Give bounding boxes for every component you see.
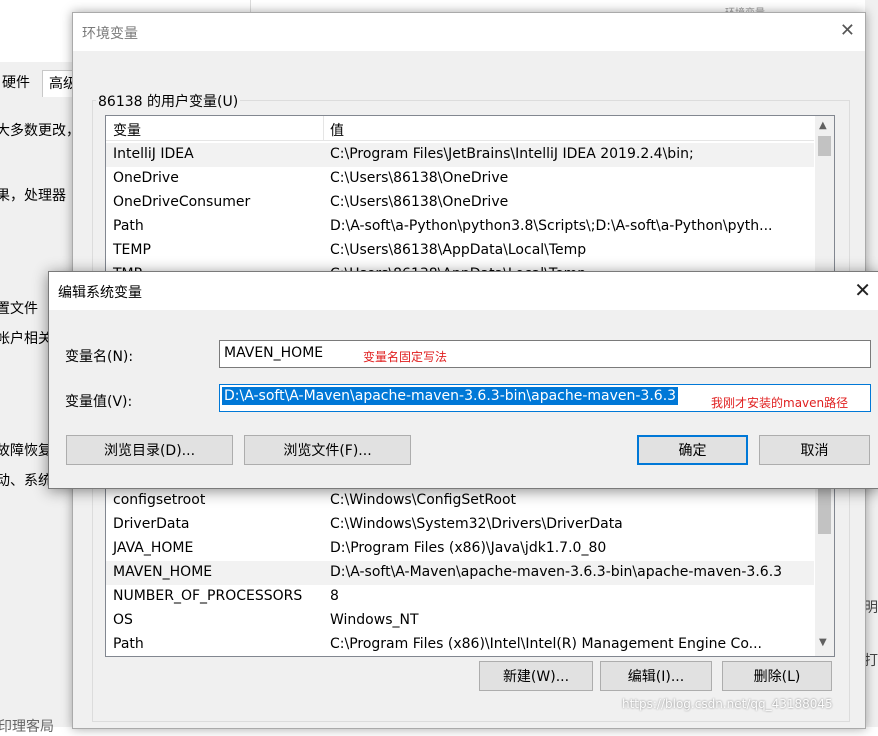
variable-value: D:\A-soft\A-Maven\apache-maven-3.6.3-bin… bbox=[330, 564, 783, 580]
variable-name-field[interactable]: MAVEN_HOME bbox=[219, 340, 871, 368]
variable-name: OS bbox=[113, 612, 133, 628]
env-titlebar: 环境变量 ✕ bbox=[73, 13, 865, 51]
close-icon[interactable]: ✕ bbox=[840, 20, 855, 41]
table-row[interactable]: OS Windows_NT bbox=[106, 609, 814, 633]
bg-right-text: 明 bbox=[864, 600, 878, 616]
bg-text-line: 果，处理器 bbox=[0, 188, 66, 204]
variable-name: DriverData bbox=[113, 516, 190, 532]
variable-name: MAVEN_HOME bbox=[113, 564, 213, 580]
edit-dialog-title: 编辑系统变量 bbox=[58, 285, 142, 301]
variable-value: C:\Windows\ConfigSetRoot bbox=[330, 492, 517, 508]
browse-directory-button[interactable]: 浏览目录(D)... bbox=[66, 435, 233, 465]
watermark: https://blog.csdn.net/qq_43188045 bbox=[622, 697, 833, 711]
scrollbar-thumb[interactable] bbox=[818, 136, 831, 156]
variable-name: OneDriveConsumer bbox=[113, 194, 251, 210]
variable-value: D:\Program Files (x86)\Java\jdk1.7.0_80 bbox=[330, 540, 607, 556]
variable-name: configsetroot bbox=[113, 492, 206, 508]
bg-text-line: 帐户相关 bbox=[0, 331, 52, 347]
column-divider[interactable] bbox=[323, 116, 324, 140]
column-header-value[interactable]: 值 bbox=[330, 120, 344, 140]
bg-text-line: 动、系统 bbox=[0, 473, 52, 489]
variable-name: JAVA_HOME bbox=[113, 540, 194, 556]
bg-text-line: 大多数更改， bbox=[0, 123, 80, 139]
variable-value: C:\Windows\System32\Drivers\DriverData bbox=[330, 516, 623, 532]
variable-value-annotation: 我刚才安装的maven路径 bbox=[711, 396, 849, 410]
variable-name-label: 变量名(N): bbox=[65, 349, 134, 365]
table-row[interactable]: configsetroot C:\Windows\ConfigSetRoot bbox=[106, 489, 814, 513]
variable-value-label: 变量值(V): bbox=[65, 394, 133, 410]
table-row[interactable]: MAVEN_HOME D:\A-soft\A-Maven\apache-mave… bbox=[106, 561, 814, 585]
variable-name-annotation: 变量名固定写法 bbox=[363, 350, 448, 364]
scrollbar-thumb[interactable] bbox=[818, 488, 831, 534]
cancel-button[interactable]: 取消 bbox=[759, 435, 870, 465]
variable-value: C:\Users\86138\OneDrive bbox=[330, 194, 509, 210]
variable-value: 8 bbox=[330, 588, 339, 604]
table-row[interactable]: TEMP C:\Users\86138\AppData\Local\Temp bbox=[106, 239, 814, 263]
bg-right-text: 打 bbox=[864, 653, 878, 669]
table-row[interactable]: Path D:\A-soft\a-Python\python3.8\Script… bbox=[106, 215, 814, 239]
variable-name: TEMP bbox=[113, 242, 151, 258]
new-variable-button[interactable]: 新建(W)... bbox=[479, 661, 593, 691]
bg-text-line: 置文件 bbox=[0, 301, 38, 317]
bg-text-line: 印理客局 bbox=[0, 719, 54, 735]
variable-value-text: D:\A-soft\A-Maven\apache-maven-3.6.3-bin… bbox=[222, 387, 679, 405]
table-row[interactable]: IntelliJ IDEA C:\Program Files\JetBrains… bbox=[106, 143, 814, 167]
variable-name: NUMBER_OF_PROCESSORS bbox=[113, 588, 303, 604]
env-window-title: 环境变量 bbox=[82, 26, 138, 42]
close-icon[interactable]: ✕ bbox=[854, 278, 871, 302]
browse-file-button[interactable]: 浏览文件(F)... bbox=[244, 435, 411, 465]
bg-text-line: 故障恢复 bbox=[0, 443, 52, 459]
ok-button[interactable]: 确定 bbox=[637, 435, 748, 465]
variable-name-text: MAVEN_HOME bbox=[224, 345, 324, 361]
tab-hardware[interactable]: 硬件 bbox=[0, 70, 36, 96]
table-row[interactable]: OneDriveConsumer C:\Users\86138\OneDrive bbox=[106, 191, 814, 215]
variable-name: IntelliJ IDEA bbox=[113, 146, 194, 162]
table-row[interactable]: DriverData C:\Windows\System32\Drivers\D… bbox=[106, 513, 814, 537]
edit-system-variable-dialog: 编辑系统变量 ✕ 变量名(N): MAVEN_HOME 变量名固定写法 变量值(… bbox=[48, 271, 878, 489]
variable-name: OneDrive bbox=[113, 170, 179, 186]
variable-name: Path bbox=[113, 218, 144, 234]
variable-value: C:\Users\86138\OneDrive bbox=[330, 170, 509, 186]
chevron-down-icon[interactable]: ▼ bbox=[819, 637, 827, 648]
table-row[interactable]: OneDrive C:\Users\86138\OneDrive bbox=[106, 167, 814, 191]
column-header-variable[interactable]: 变量 bbox=[113, 120, 141, 140]
list-header: 变量 值 bbox=[106, 116, 814, 141]
variable-value: Windows_NT bbox=[330, 612, 419, 628]
variable-value: C:\Program Files\JetBrains\IntelliJ IDEA… bbox=[330, 146, 694, 162]
table-row[interactable]: NUMBER_OF_PROCESSORS 8 bbox=[106, 585, 814, 609]
user-variables-label: 86138 的用户变量(U) bbox=[96, 91, 241, 111]
table-row[interactable]: JAVA_HOME D:\Program Files (x86)\Java\jd… bbox=[106, 537, 814, 561]
table-row[interactable]: Path C:\Program Files (x86)\Intel\Intel(… bbox=[106, 633, 814, 656]
delete-variable-button[interactable]: 删除(L) bbox=[722, 661, 832, 691]
variable-name: Path bbox=[113, 636, 144, 652]
edit-variable-button[interactable]: 编辑(I)... bbox=[600, 661, 712, 691]
variable-value: D:\A-soft\a-Python\python3.8\Scripts\;D:… bbox=[330, 218, 773, 234]
variable-value: C:\Program Files (x86)\Intel\Intel(R) Ma… bbox=[330, 636, 762, 652]
edit-dialog-titlebar: 编辑系统变量 ✕ bbox=[49, 272, 878, 310]
chevron-up-icon[interactable]: ▲ bbox=[819, 120, 827, 131]
variable-value: C:\Users\86138\AppData\Local\Temp bbox=[330, 242, 587, 258]
